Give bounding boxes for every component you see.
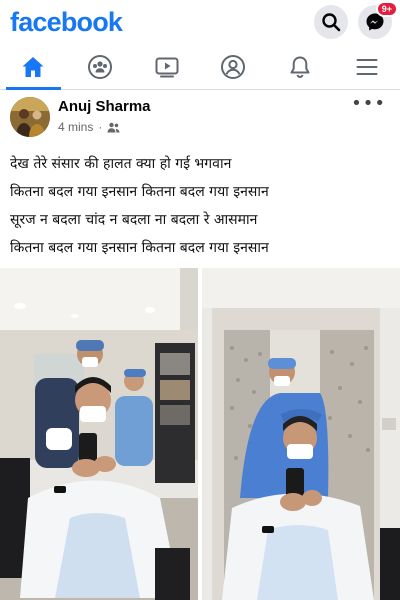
tab-profile[interactable]: [200, 44, 267, 89]
groups-icon: [88, 54, 112, 79]
post-text-line: देख तेरे संसार की हालत क्या हो गई भगवान: [10, 156, 232, 172]
messenger-button[interactable]: 9+: [358, 1, 398, 39]
post-meta: 4 mins ·: [58, 120, 120, 134]
facebook-logo[interactable]: facebook: [10, 7, 123, 38]
avatar[interactable]: [10, 97, 50, 137]
more-options-icon: •••: [351, 93, 386, 114]
post-text: देख तेरे संसार की हालत क्या हो गई भगवान …: [10, 150, 390, 262]
notifications-icon: [290, 56, 310, 78]
search-button[interactable]: [314, 5, 348, 39]
post-author[interactable]: Anuj Sharma: [58, 98, 151, 115]
post-photo-2[interactable]: [202, 268, 400, 600]
profile-icon: [221, 54, 246, 79]
top-actions: 9+: [314, 1, 398, 39]
post-header: Anuj Sharma 4 mins · •••: [10, 95, 390, 139]
tab-notifications[interactable]: [267, 44, 334, 89]
home-icon: [22, 56, 44, 77]
post-text-line: कितना बदल गया इनसान कितना बदल गया इनसान: [10, 184, 269, 200]
post-time[interactable]: 4 mins: [58, 120, 93, 134]
friends-icon[interactable]: [107, 122, 120, 133]
meta-separator: ·: [98, 120, 103, 134]
nav-bar: [0, 44, 400, 90]
more-options-button[interactable]: •••: [351, 95, 386, 113]
message-count-badge: 9+: [375, 1, 398, 17]
tab-menu[interactable]: [333, 44, 400, 89]
menu-icon: [356, 58, 378, 75]
post-photo-1[interactable]: [0, 268, 198, 600]
post-photos: [0, 268, 400, 600]
tab-groups[interactable]: [67, 44, 134, 89]
tab-watch[interactable]: [133, 44, 200, 89]
watch-icon: [155, 57, 179, 77]
top-bar: facebook 9+: [0, 0, 400, 44]
post-text-line: सूरज न बदला चांद न बदला ना बदला रे आसमान: [10, 212, 258, 228]
tab-home[interactable]: [0, 44, 67, 90]
search-icon: [322, 13, 341, 32]
post-text-line: कितना बदल गया इनसान कितना बदल गया इनसान: [10, 240, 269, 256]
